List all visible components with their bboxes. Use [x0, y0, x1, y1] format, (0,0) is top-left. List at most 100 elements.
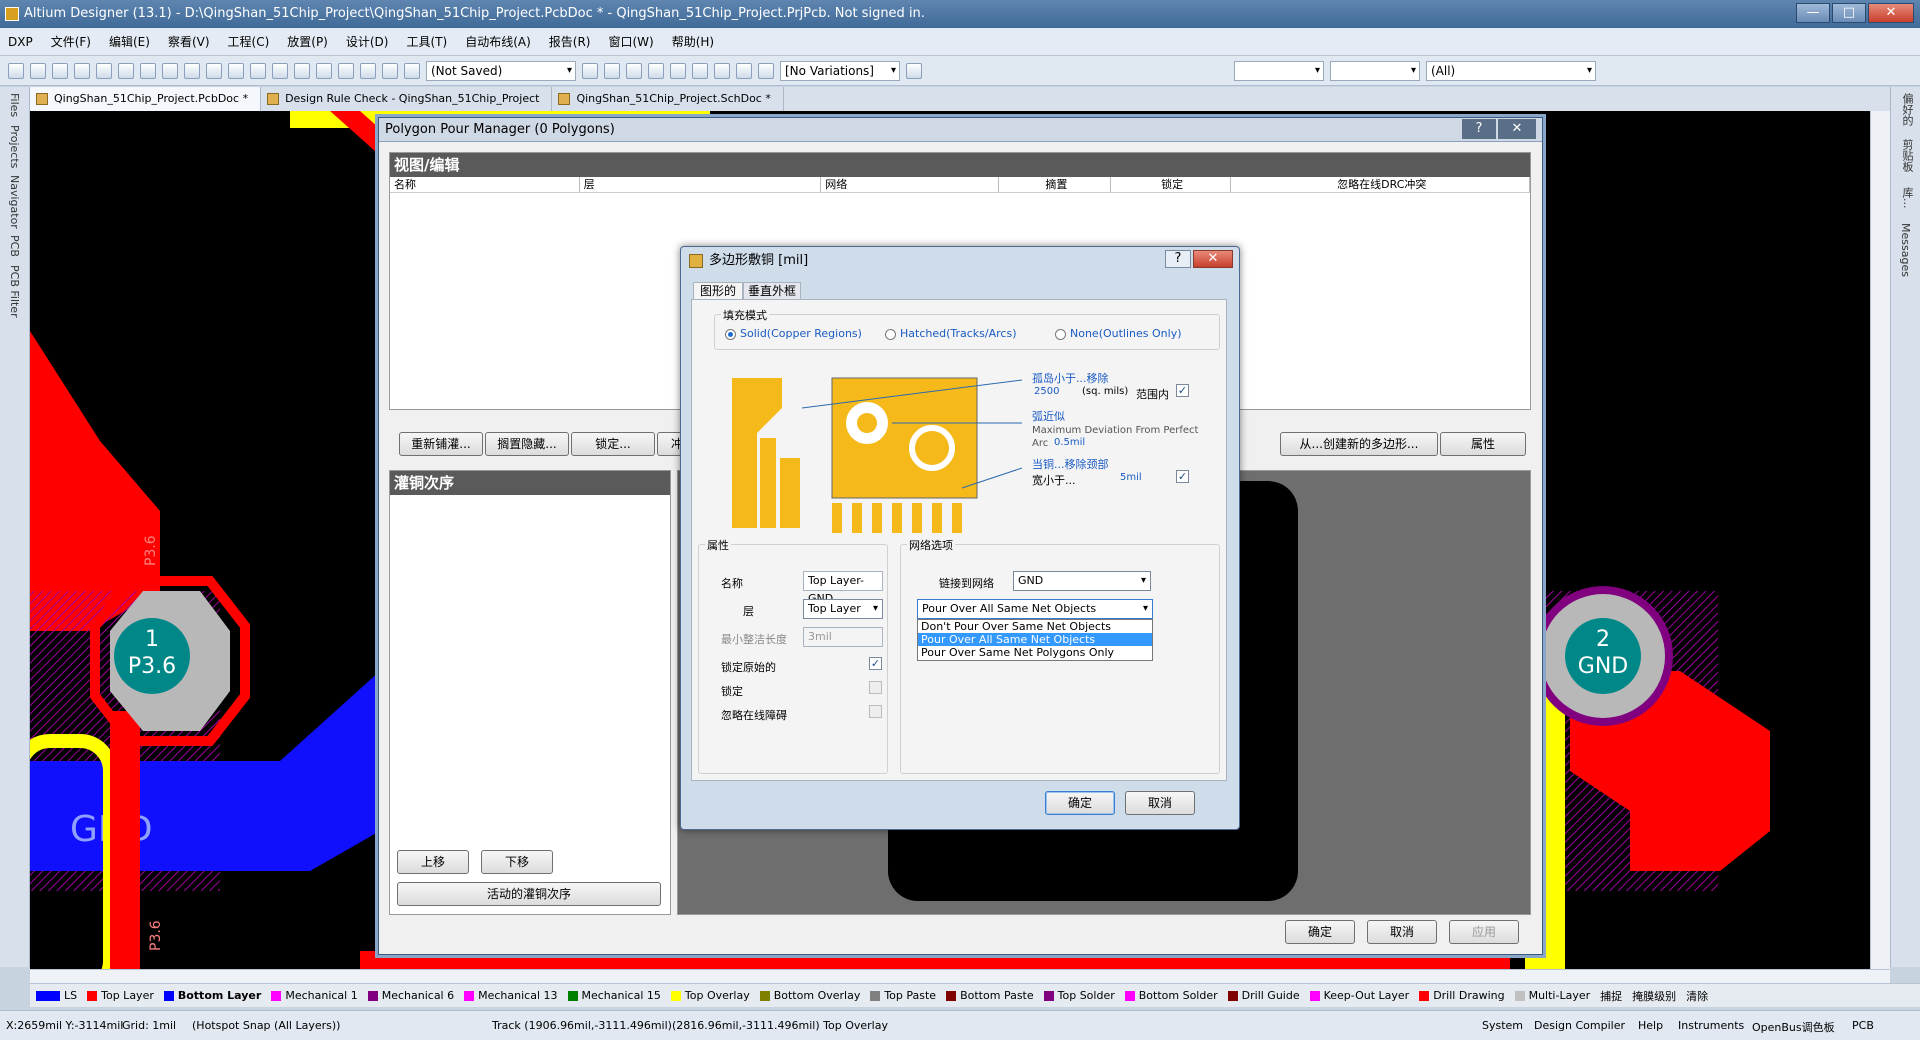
panel-files[interactable]: Files: [8, 93, 21, 117]
minimize-button[interactable]: —: [1796, 3, 1830, 23]
menu-tools[interactable]: 工具(T): [406, 33, 447, 50]
route-icon[interactable]: [582, 62, 598, 79]
island-value[interactable]: 2500: [1034, 386, 1059, 397]
panel-instruments[interactable]: Instruments: [1678, 1019, 1744, 1032]
zoom-area-icon[interactable]: [184, 62, 200, 79]
min-length-input[interactable]: 3mil: [803, 627, 883, 647]
col-layer[interactable]: 层: [580, 177, 822, 192]
fill-icon[interactable]: [692, 62, 708, 79]
lock-primitives-checkbox[interactable]: ✓: [869, 657, 882, 670]
zoom-fit-icon[interactable]: [162, 62, 178, 79]
shelve-button[interactable]: 搁置隐藏...: [485, 432, 569, 456]
pad-icon[interactable]: [670, 62, 686, 79]
layer-tab-multi[interactable]: Multi-Layer: [1514, 989, 1590, 1002]
menu-project[interactable]: 工程(C): [228, 33, 270, 50]
fill-solid-radio[interactable]: Solid(Copper Regions): [725, 327, 862, 340]
layer-tab-drill-guide[interactable]: Drill Guide: [1227, 989, 1300, 1002]
ignore-obstacles-checkbox[interactable]: [869, 705, 882, 718]
layer-tab-top[interactable]: Top Layer: [87, 989, 154, 1002]
dialog-ok-button[interactable]: 确定: [1045, 791, 1115, 815]
layer-tab-mech1[interactable]: Mechanical 1: [271, 989, 358, 1002]
layer-tab-bottom-solder[interactable]: Bottom Solder: [1124, 989, 1218, 1002]
panel-system[interactable]: System: [1482, 1019, 1523, 1032]
layers-icon[interactable]: [118, 62, 134, 79]
polygon-icon[interactable]: [714, 62, 730, 79]
via-icon[interactable]: [648, 62, 664, 79]
menu-design[interactable]: 设计(D): [346, 33, 389, 50]
dialog-cancel-button[interactable]: 取消: [1125, 791, 1195, 815]
menu-view[interactable]: 察看(V): [168, 33, 210, 50]
deselect-icon[interactable]: [338, 62, 354, 79]
menu-place[interactable]: 放置(P): [287, 33, 328, 50]
menu-window[interactable]: 窗口(W): [608, 33, 653, 50]
col-shelved[interactable]: 摘置: [999, 177, 1111, 192]
layer-tab-top-solder[interactable]: Top Solder: [1043, 989, 1115, 1002]
panel-favorites[interactable]: 偏好的: [1899, 93, 1915, 126]
panel-navigator[interactable]: Navigator: [8, 175, 21, 229]
properties-button[interactable]: 属性: [1440, 432, 1526, 456]
ppm-apply-button[interactable]: 应用: [1449, 920, 1519, 944]
lock-checkbox[interactable]: [869, 681, 882, 694]
saved-status-select[interactable]: (Not Saved): [426, 60, 576, 81]
move-up-button[interactable]: 上移: [397, 850, 469, 874]
ppm-close-button[interactable]: ✕: [1498, 119, 1536, 139]
layer-tab-top-overlay[interactable]: Top Overlay: [670, 989, 750, 1002]
panel-help[interactable]: Help: [1638, 1019, 1663, 1032]
mask-level-button[interactable]: 掩膜级别: [1632, 988, 1676, 1004]
filter-select-1[interactable]: [1234, 60, 1324, 81]
col-net[interactable]: 网络: [821, 177, 999, 192]
tab-graphic[interactable]: 图形的: [693, 282, 744, 300]
hyperlink-icon[interactable]: [404, 62, 420, 79]
ppm-cancel-button[interactable]: 取消: [1367, 920, 1437, 944]
layer-tab-ls[interactable]: LS: [36, 989, 77, 1002]
new-icon[interactable]: [8, 62, 24, 79]
menu-help[interactable]: 帮助(H): [672, 33, 714, 50]
copy-icon[interactable]: [250, 62, 266, 79]
layer-tab-drill-drawing[interactable]: Drill Drawing: [1419, 989, 1505, 1002]
neck-value[interactable]: 5mil: [1120, 472, 1142, 483]
print-icon[interactable]: [74, 62, 90, 79]
active-pour-order-button[interactable]: 活动的灌铜次序: [397, 882, 661, 906]
ppm-ok-button[interactable]: 确定: [1285, 920, 1355, 944]
clear-button[interactable]: 清除: [1686, 988, 1708, 1004]
island-checkbox[interactable]: ✓: [1176, 384, 1189, 397]
panel-design-compiler[interactable]: Design Compiler: [1534, 1019, 1625, 1032]
tab-schdoc[interactable]: QingShan_51Chip_Project.SchDoc *: [552, 87, 784, 111]
pour-option-dont[interactable]: Don't Pour Over Same Net Objects: [918, 620, 1152, 633]
col-name[interactable]: 名称: [390, 177, 580, 192]
layer-tab-mech13[interactable]: Mechanical 13: [464, 989, 558, 1002]
vertical-scrollbar[interactable]: [1870, 111, 1890, 969]
select-icon[interactable]: [294, 62, 310, 79]
fill-none-radio[interactable]: None(Outlines Only): [1055, 327, 1182, 340]
layer-tab-top-paste[interactable]: Top Paste: [870, 989, 936, 1002]
panel-libraries[interactable]: 库...: [1899, 187, 1915, 209]
arc-icon[interactable]: [626, 62, 642, 79]
panel-projects[interactable]: Projects: [8, 125, 21, 168]
move-icon[interactable]: [316, 62, 332, 79]
repour-button[interactable]: 重新铺灌...: [399, 432, 483, 456]
connect-net-select[interactable]: GND: [1013, 571, 1151, 591]
panel-clipboard[interactable]: 剪贴板: [1899, 139, 1915, 172]
layer-tab-mech6[interactable]: Mechanical 6: [367, 989, 454, 1002]
filter-select-2[interactable]: [1330, 60, 1420, 81]
redo-icon[interactable]: [382, 62, 398, 79]
ppm-help-button[interactable]: ?: [1462, 119, 1496, 139]
variant-icon[interactable]: [906, 62, 922, 79]
preview-icon[interactable]: [96, 62, 112, 79]
pour-over-select[interactable]: Pour Over All Same Net Objects: [917, 599, 1153, 619]
arc-value[interactable]: 0.5mil: [1054, 437, 1085, 448]
panel-openbus[interactable]: OpenBus调色板: [1752, 1019, 1835, 1035]
tab-drc[interactable]: Design Rule Check - QingShan_51Chip_Proj…: [261, 87, 553, 111]
pour-option-polygons[interactable]: Pour Over Same Net Polygons Only: [918, 646, 1152, 659]
menu-file[interactable]: 文件(F): [51, 33, 91, 50]
tab-outline[interactable]: 垂直外框: [743, 282, 802, 300]
panel-pcb-filter[interactable]: PCB Filter: [8, 265, 21, 318]
lock-button[interactable]: 锁定...: [571, 432, 655, 456]
neck-checkbox[interactable]: ✓: [1176, 470, 1189, 483]
diff-pair-icon[interactable]: [604, 62, 620, 79]
move-down-button[interactable]: 下移: [481, 850, 553, 874]
undo-icon[interactable]: [360, 62, 376, 79]
panel-messages[interactable]: Messages: [1899, 223, 1912, 277]
close-button[interactable]: ✕: [1868, 3, 1914, 23]
board-icon[interactable]: [140, 62, 156, 79]
